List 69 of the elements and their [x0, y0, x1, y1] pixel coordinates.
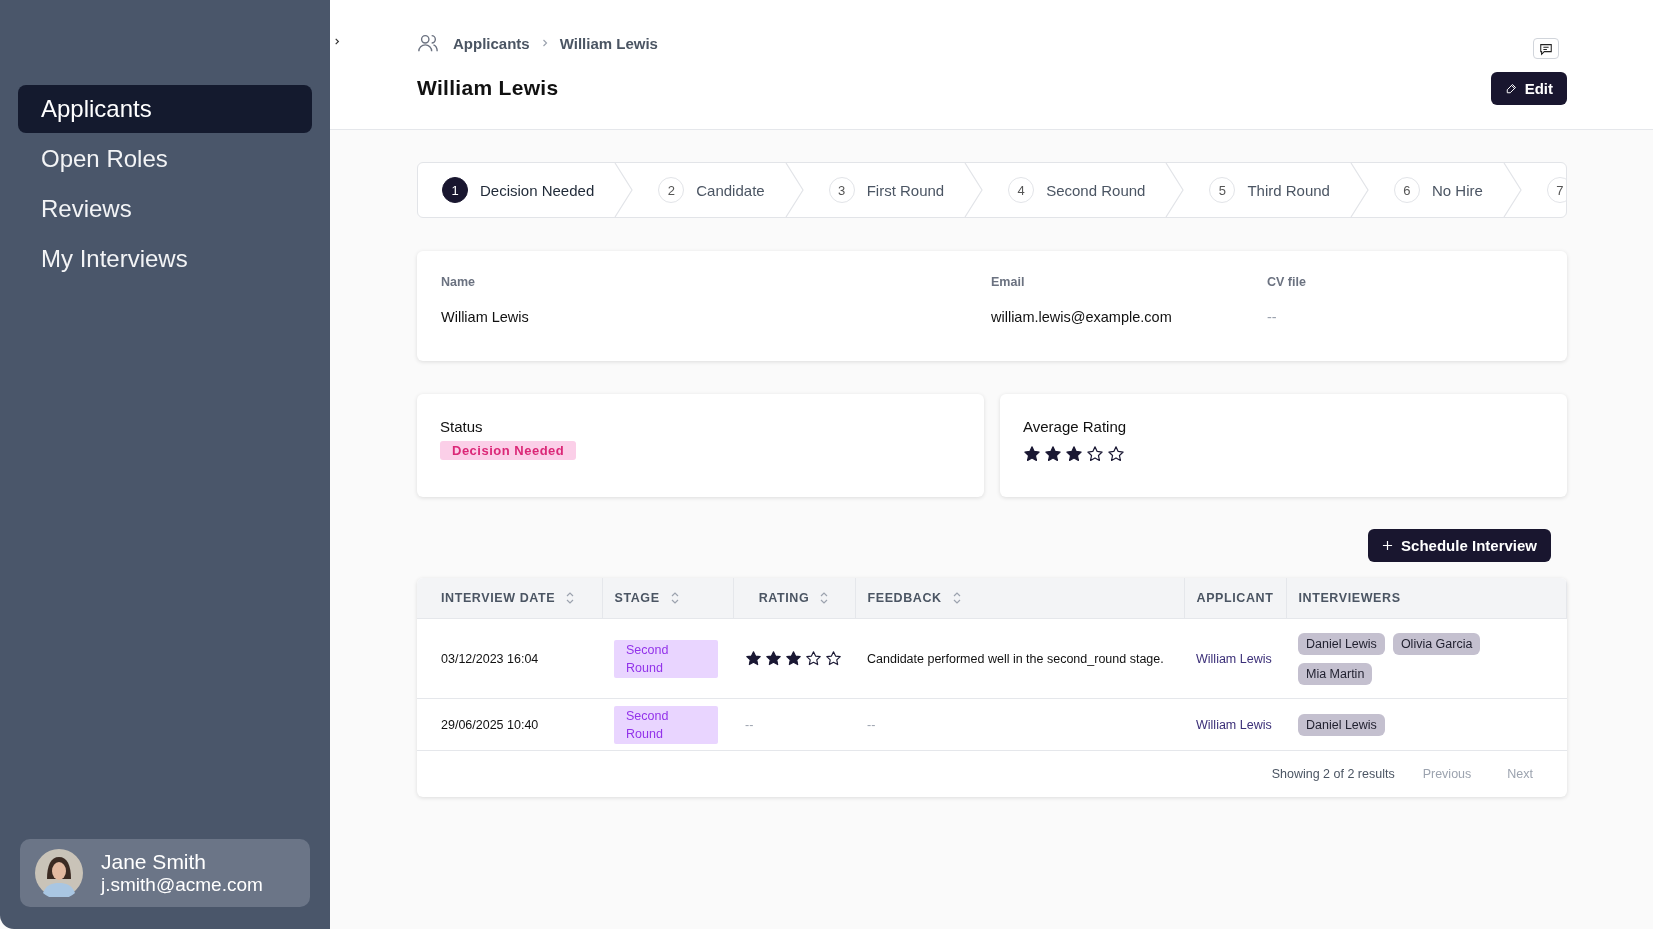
- column-header[interactable]: STAGE: [602, 578, 733, 619]
- stage-badge: Second Round: [614, 705, 718, 744]
- table-cell: --: [745, 717, 754, 732]
- sort-icon: [951, 591, 962, 605]
- user-name: Jane Smith: [101, 850, 208, 874]
- stage-step[interactable]: 2 Candidate: [634, 163, 805, 217]
- applicant-link[interactable]: William Lewis: [1196, 651, 1272, 666]
- applicant-link[interactable]: William Lewis: [1196, 717, 1272, 732]
- avatar-icon: [35, 849, 83, 897]
- stage-step[interactable]: 5 Third Round: [1185, 163, 1370, 217]
- column-header: INTERVIEWERS: [1286, 578, 1567, 619]
- column-header[interactable]: FEEDBACK: [855, 578, 1184, 619]
- stage-badge: Second Round: [614, 639, 718, 678]
- sort-icon: [565, 591, 576, 605]
- interviewer-tag: Olivia Garcia: [1392, 632, 1481, 655]
- nav-item[interactable]: Reviews: [18, 185, 312, 233]
- stage-step[interactable]: 3 First Round: [804, 163, 985, 217]
- breadcrumb-link[interactable]: William Lewis: [559, 34, 658, 52]
- filled-star-icon: [785, 650, 802, 667]
- results-summary: Showing 2 of 2 results: [1271, 767, 1395, 781]
- status-label: Status: [440, 418, 484, 435]
- rating-label: Average Rating: [1023, 418, 1128, 435]
- field-label: CV file: [1267, 275, 1307, 289]
- empty-star-icon: [825, 650, 842, 667]
- stage-step[interactable]: 4 Second Round: [984, 163, 1186, 217]
- breadcrumb-link[interactable]: Applicants: [453, 34, 530, 52]
- empty-star-icon: [1086, 445, 1104, 463]
- pencil-icon: [1504, 82, 1517, 95]
- plus-icon: [1382, 540, 1394, 551]
- sort-icon: [819, 591, 830, 605]
- users-icon: [417, 32, 439, 54]
- field-value: William Lewis: [441, 309, 530, 325]
- comment-icon: [1539, 41, 1553, 56]
- filled-star-icon: [745, 650, 762, 667]
- column-header: APPLICANT: [1184, 578, 1286, 619]
- page-title: William Lewis: [417, 76, 560, 100]
- edit-button[interactable]: Edit: [1490, 72, 1567, 105]
- field-label: Email: [991, 275, 1026, 289]
- status-badge: Decision Needed: [440, 441, 577, 460]
- chevron-right-icon: [332, 36, 342, 46]
- field-label: Name: [441, 275, 477, 289]
- sort-icon: [669, 591, 680, 605]
- nav-item[interactable]: My Interviews: [18, 235, 312, 283]
- stage-step[interactable]: 1 Decision Needed: [418, 163, 635, 217]
- interviewer-tag: Daniel Lewis: [1298, 632, 1385, 655]
- filled-star-icon: [765, 650, 782, 667]
- filled-star-icon: [1023, 445, 1041, 463]
- field-value: --: [1267, 309, 1278, 325]
- comment-button[interactable]: [1533, 38, 1559, 59]
- table-cell: 29/06/2025 10:40: [417, 698, 602, 751]
- stage-step[interactable]: 7: [1522, 163, 1566, 217]
- user-email: j.smith@acme.com: [101, 874, 263, 896]
- nav-item[interactable]: Applicants: [18, 85, 312, 133]
- interviewer-tag: Mia Martin: [1298, 662, 1373, 685]
- user-card[interactable]: Jane Smith j.smith@acme.com: [20, 839, 310, 907]
- table-cell: Candidate performed well in the second_round stage.: [855, 618, 1184, 699]
- column-header[interactable]: INTERVIEW DATE: [417, 578, 602, 619]
- field-value: william.lewis@example.com: [991, 309, 1173, 325]
- schedule-interview-button[interactable]: Schedule Interview: [1368, 529, 1551, 562]
- table-cell: 03/12/2023 16:04: [417, 618, 602, 699]
- interviewer-tag: Daniel Lewis: [1298, 713, 1385, 736]
- stage-step[interactable]: 6 No Hire: [1369, 163, 1523, 217]
- table-cell: --: [855, 698, 1184, 751]
- filled-star-icon: [1044, 445, 1062, 463]
- filled-star-icon: [1065, 445, 1083, 463]
- empty-star-icon: [805, 650, 822, 667]
- nav-item[interactable]: Open Roles: [18, 135, 312, 183]
- empty-star-icon: [1107, 445, 1125, 463]
- column-header[interactable]: RATING: [733, 578, 855, 619]
